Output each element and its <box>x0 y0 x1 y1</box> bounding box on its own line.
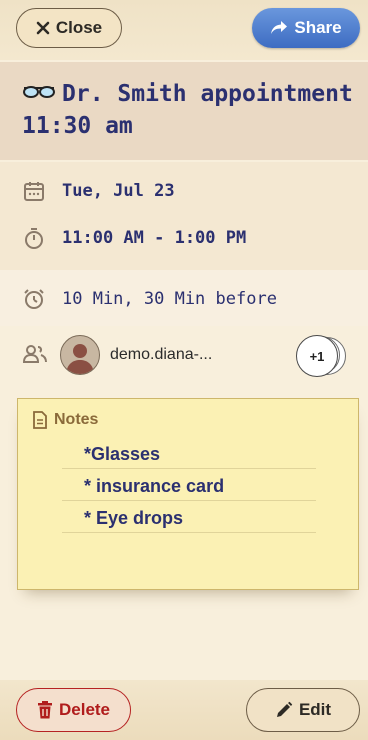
notes-header: Notes <box>32 411 98 429</box>
share-button[interactable]: Share <box>252 8 360 48</box>
reminder-text: 10 Min, 30 Min before <box>62 289 277 309</box>
more-attendees-count: +1 <box>296 335 338 377</box>
notes-heading: Notes <box>54 411 99 428</box>
glasses-icon <box>23 85 55 98</box>
close-icon <box>36 21 50 35</box>
reminder-row[interactable]: 10 Min, 30 Min before <box>0 284 368 314</box>
note-line: * Eye drops <box>62 503 316 533</box>
event-time: 11:00 AM - 1:00 PM <box>62 228 247 248</box>
share-label: Share <box>294 18 342 37</box>
stopwatch-icon <box>25 228 43 249</box>
trash-icon <box>37 701 52 719</box>
date-row[interactable]: Tue, Jul 23 <box>0 176 368 206</box>
note-line: *Glasses <box>62 439 316 469</box>
people-icon <box>22 345 47 363</box>
pencil-icon <box>276 701 293 717</box>
note-document-icon <box>33 411 47 429</box>
event-title: Dr. Smith appointment 11:30 am <box>22 78 362 142</box>
avatar[interactable] <box>60 335 100 375</box>
share-icon <box>271 21 288 34</box>
close-button[interactable]: Close <box>16 8 122 48</box>
edit-button[interactable]: Edit <box>246 688 360 732</box>
alarm-clock-icon <box>24 289 44 309</box>
close-label: Close <box>55 18 103 37</box>
event-date: Tue, Jul 23 <box>62 181 175 201</box>
more-attendees-button[interactable]: +1 <box>296 335 346 377</box>
edit-label: Edit <box>298 700 332 719</box>
delete-button[interactable]: Delete <box>16 688 131 732</box>
attendee-name[interactable]: demo.diana-... <box>110 346 212 364</box>
user-avatar-icon <box>66 344 94 374</box>
time-row[interactable]: 11:00 AM - 1:00 PM <box>0 223 368 253</box>
delete-label: Delete <box>58 700 111 719</box>
calendar-icon <box>24 182 44 201</box>
event-title-text: Dr. Smith appointment 11:30 am <box>22 81 353 139</box>
notes-card[interactable]: Notes *Glasses * insurance card * Eye dr… <box>17 398 359 590</box>
note-line: * insurance card <box>62 471 316 501</box>
